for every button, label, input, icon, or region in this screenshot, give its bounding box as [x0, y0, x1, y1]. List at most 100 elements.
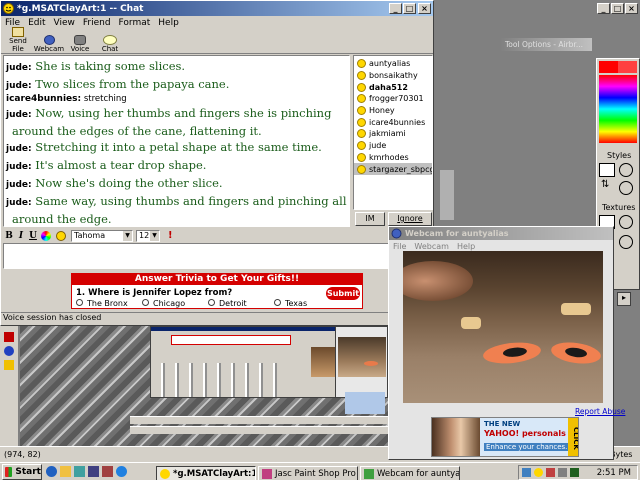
maximize-icon[interactable]: □ — [611, 3, 624, 14]
chat-message-input[interactable] — [3, 243, 433, 269]
voice-button[interactable]: Voice — [65, 35, 95, 53]
trivia-option[interactable]: Detroit — [208, 299, 274, 308]
task-webcam-window[interactable]: Webcam for auntyalias — [360, 466, 460, 480]
minimize-icon[interactable]: _ — [389, 3, 402, 14]
task-label: Webcam for auntyalias — [377, 469, 460, 479]
trivia-option[interactable]: The Bronx — [76, 299, 142, 308]
background-style-toggle-icon[interactable] — [619, 181, 633, 195]
chat-nick[interactable]: icare4bunnies: — [6, 94, 81, 104]
style-toggle-icon[interactable] — [619, 163, 633, 177]
chevron-down-icon[interactable]: ▼ — [123, 230, 132, 241]
browser-icon[interactable] — [116, 466, 127, 477]
chat-titlebar[interactable]: *g.MSATClayArt:1 -- Chat _ □ × — [1, 1, 433, 16]
menu-help[interactable]: Help — [154, 18, 183, 28]
yahoo-personals-ad[interactable]: THE NEW YAHOO! personals Enhance your ch… — [431, 417, 579, 457]
user-list-item[interactable]: daha512 — [354, 81, 432, 93]
menu-friend[interactable]: Friend — [79, 18, 115, 28]
tool-options-palette[interactable]: Tool Options - Airbr... — [500, 38, 592, 51]
background-texture-toggle-icon[interactable] — [619, 235, 633, 249]
user-list-item[interactable]: bonsaikathy — [354, 70, 432, 82]
trivia-option[interactable]: Texas — [274, 299, 334, 308]
tray-monitor-icon[interactable] — [570, 468, 579, 477]
radio-icon[interactable] — [208, 299, 215, 306]
user-list-item[interactable]: Honey — [354, 105, 432, 117]
chat-nick[interactable]: jude: — [6, 144, 32, 154]
user-list-item[interactable]: frogger70301 — [354, 93, 432, 105]
ie-icon[interactable] — [46, 466, 57, 477]
chat-nick[interactable]: jude: — [6, 198, 32, 208]
ad-click[interactable]: CLICK — [568, 418, 578, 456]
font-select[interactable]: Tahoma ▼ — [71, 229, 133, 242]
swap-icon[interactable]: ⇅ — [601, 179, 609, 190]
chat-text: It's almost a tear drop shape. — [35, 158, 207, 172]
chat-window: *g.MSATClayArt:1 -- Chat _ □ × File Edit… — [0, 0, 434, 326]
user-list-item[interactable]: icare4bunnies — [354, 116, 432, 128]
italic-button[interactable]: I — [15, 231, 27, 241]
emoticon-icon[interactable] — [56, 230, 66, 241]
tray-messenger-icon[interactable] — [534, 468, 543, 477]
user-list-item[interactable]: jakmiami — [354, 128, 432, 140]
menu-view[interactable]: View — [50, 18, 79, 28]
user-list-item[interactable]: auntyalias — [354, 58, 432, 70]
chat-message-area[interactable]: jude: She is taking some slices. jude: T… — [3, 55, 350, 227]
tray-app-icon[interactable] — [546, 468, 555, 477]
task-paint-shop[interactable]: Jasc Paint Shop Pro - Ima... — [258, 466, 358, 480]
webcam-titlebar[interactable]: Webcam for auntyalias — [389, 227, 613, 240]
task-chat-window[interactable]: *g.MSATClayArt:1 -- Chat — [156, 466, 256, 480]
chat-nick[interactable]: jude: — [6, 110, 32, 120]
maximize-icon[interactable]: □ — [403, 3, 416, 14]
psp-collapse-arrow-icon[interactable]: ▸ — [617, 292, 631, 306]
close-icon[interactable]: × — [625, 3, 638, 14]
tray-volume-icon[interactable] — [558, 468, 567, 477]
chat-nick[interactable]: jude: — [6, 180, 32, 190]
chat-button[interactable]: Chat — [95, 35, 125, 53]
desktop-icon[interactable] — [74, 466, 85, 477]
minimize-icon[interactable]: _ — [597, 3, 610, 14]
tray-clock[interactable]: 2:51 PM — [597, 468, 637, 478]
tray-network-icon[interactable] — [522, 468, 531, 477]
radio-icon[interactable] — [142, 299, 149, 306]
webcam-button[interactable]: Webcam — [33, 35, 65, 53]
media-icon[interactable] — [88, 466, 99, 477]
bold-button[interactable]: B — [3, 231, 15, 241]
im-button[interactable]: IM — [355, 212, 385, 226]
buzz-icon[interactable]: ! — [168, 230, 173, 241]
text-color-icon[interactable] — [41, 230, 51, 241]
chat-nick[interactable]: jude: — [6, 63, 32, 73]
fill-tool-icon[interactable] — [4, 360, 14, 370]
shape-tool-icon[interactable] — [4, 346, 14, 356]
trivia-ad-banner[interactable]: Answer Trivia to Get Your Gifts!! 1. Whe… — [71, 273, 363, 309]
chevron-down-icon[interactable]: ▼ — [150, 230, 159, 241]
underline-button[interactable]: U — [27, 231, 39, 241]
color-swatch-strip[interactable] — [599, 61, 637, 73]
close-icon[interactable]: × — [418, 3, 431, 14]
psp-scrollbar-strip[interactable] — [440, 170, 454, 220]
user-list-item[interactable]: kmrhodes — [354, 152, 432, 164]
menu-format[interactable]: Format — [115, 18, 155, 28]
ignore-user-button[interactable]: Ignore User — [388, 212, 432, 235]
font-size-value: 12 — [139, 231, 150, 240]
psp-canvas[interactable] — [20, 326, 388, 446]
chat-message: jude: She is taking some slices. — [4, 58, 349, 76]
radio-icon[interactable] — [274, 299, 281, 306]
app-icon[interactable] — [102, 466, 113, 477]
start-button[interactable]: Start — [2, 464, 42, 480]
webcam-menu-help[interactable]: Help — [453, 242, 479, 251]
chat-nick[interactable]: jude: — [6, 81, 32, 91]
webcam-menu-file[interactable]: File — [389, 242, 410, 251]
font-size-select[interactable]: 12 ▼ — [136, 229, 160, 242]
paint-tool-icon[interactable] — [4, 332, 14, 342]
trivia-option[interactable]: Chicago — [142, 299, 208, 308]
user-list-item[interactable]: jude — [354, 140, 432, 152]
webcam-menu-webcam[interactable]: Webcam — [410, 242, 453, 251]
user-list-item-selected[interactable]: stargazer_sbpcg — [354, 163, 432, 175]
chat-nick[interactable]: jude: — [6, 162, 32, 172]
color-spectrum[interactable] — [599, 75, 637, 143]
report-abuse-link[interactable]: Report Abuse — [575, 407, 625, 416]
outlook-icon[interactable] — [60, 466, 71, 477]
send-file-button[interactable]: Send File — [3, 27, 33, 53]
texture-toggle-icon[interactable] — [619, 215, 633, 229]
radio-icon[interactable] — [76, 299, 83, 306]
webcam-video-feed — [403, 251, 603, 403]
foreground-style-swatch[interactable] — [599, 163, 615, 177]
